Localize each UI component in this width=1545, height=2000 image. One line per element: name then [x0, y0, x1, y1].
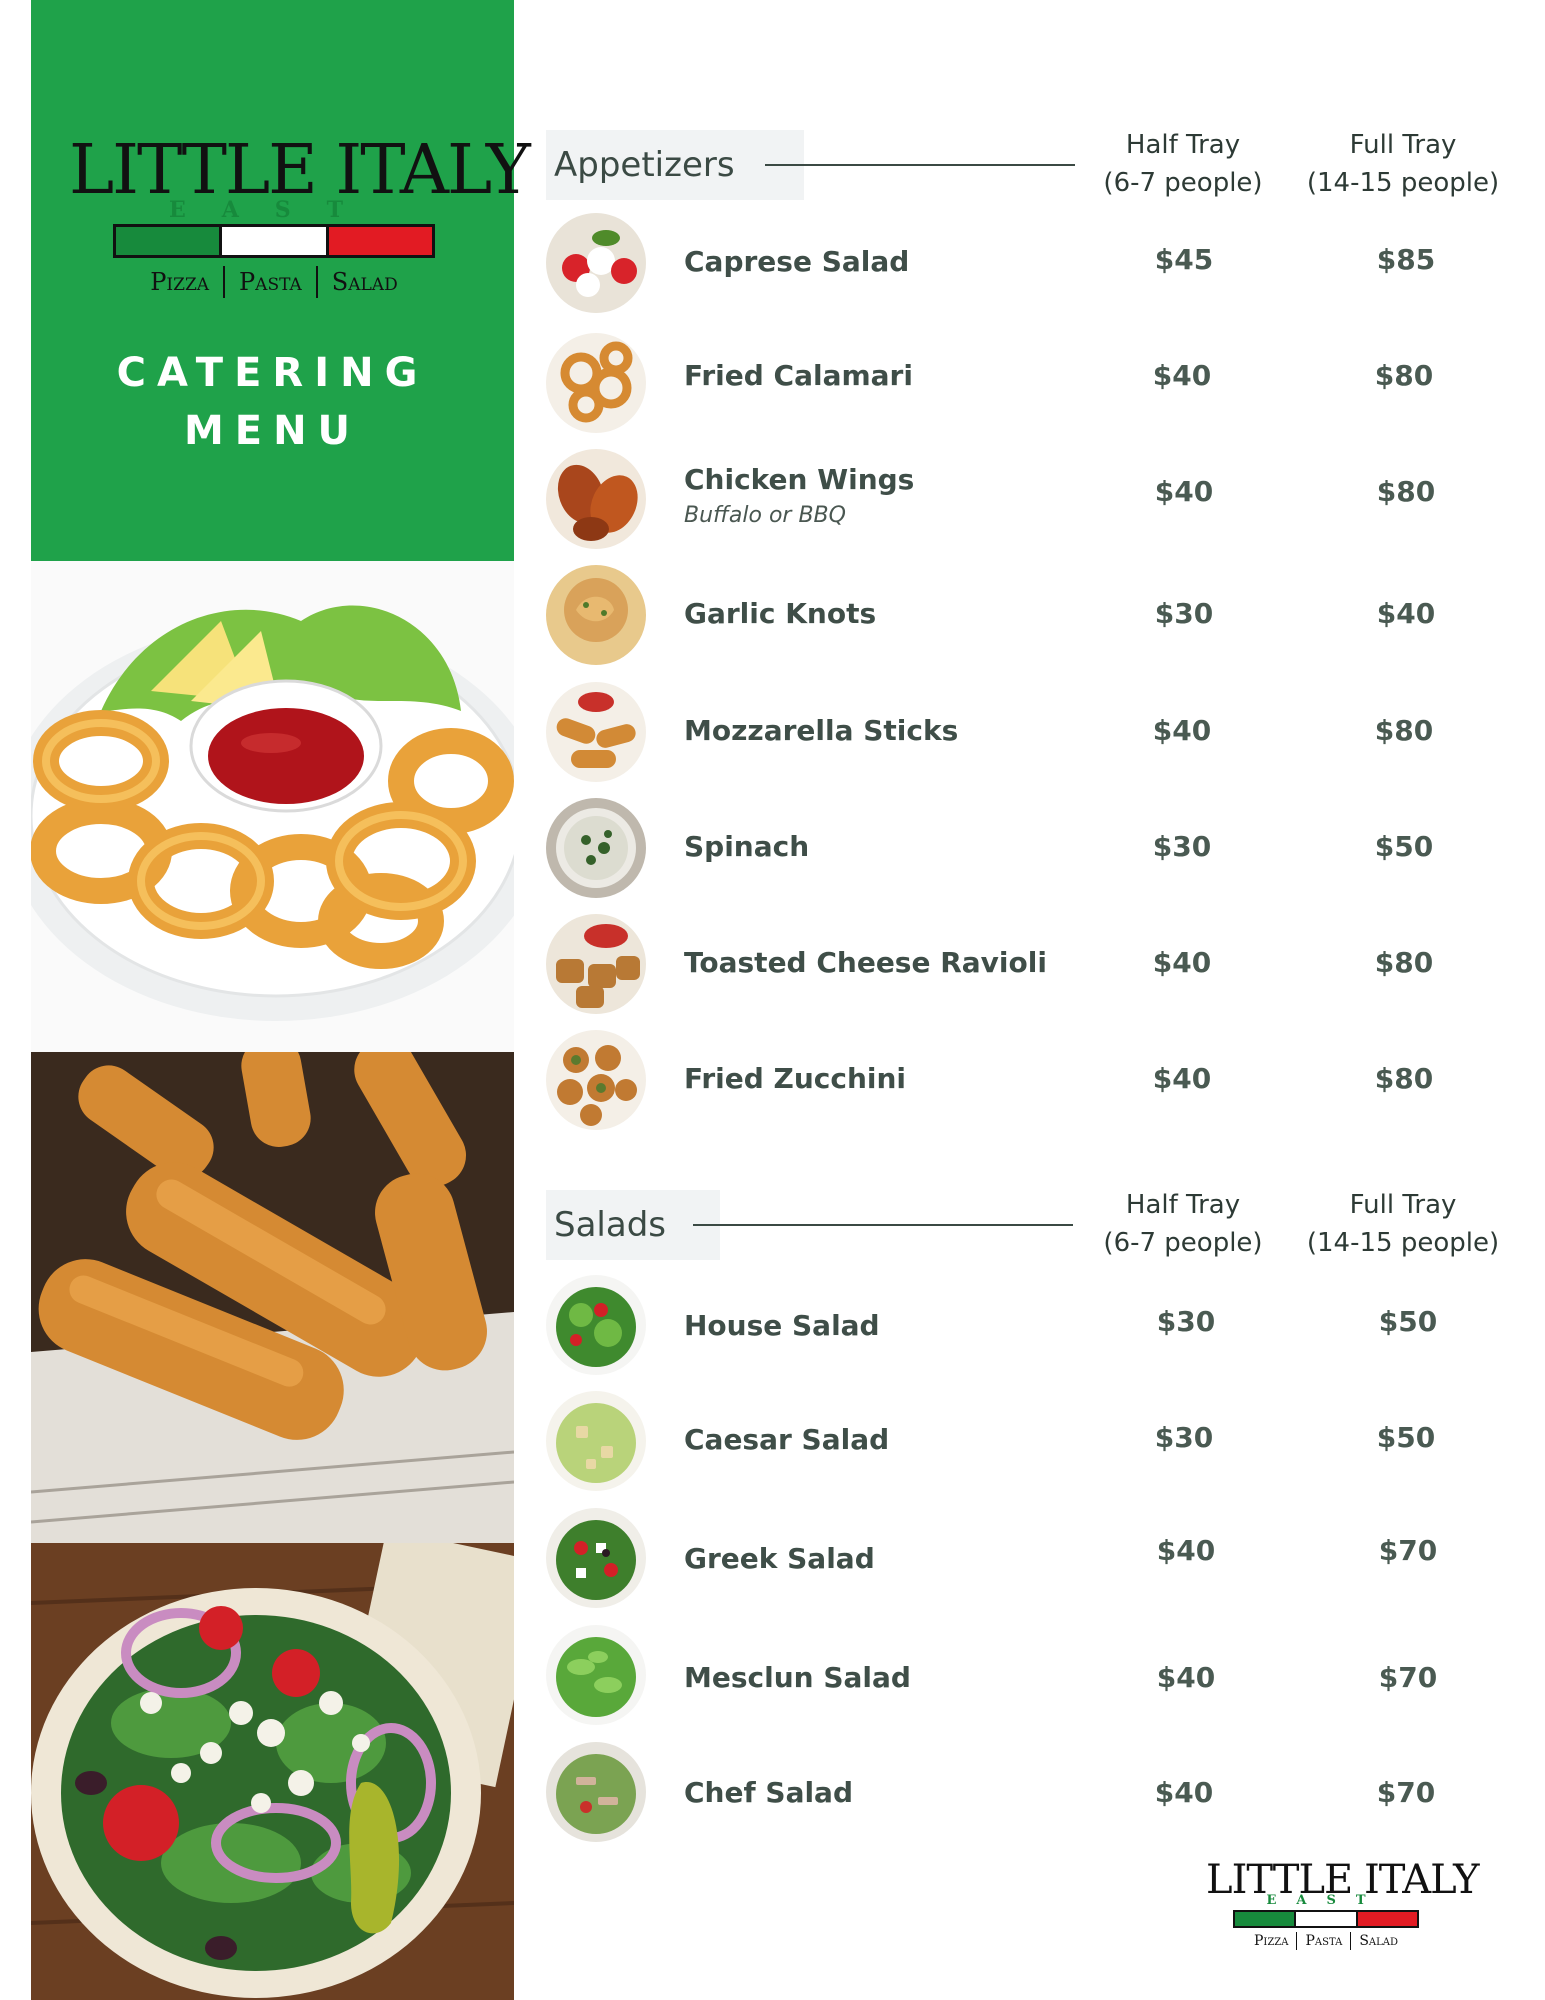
menu-item: Mozzarella Sticks $40 $80 [546, 682, 1506, 782]
full-tray-price: $80 [1374, 359, 1434, 392]
cover-title-line1: CATERING [116, 350, 429, 396]
fried-zucchini-thumb [546, 1030, 646, 1130]
half-tray-label: Half Tray [1125, 130, 1241, 160]
greek-salad-thumb [546, 1508, 646, 1608]
appetizers-full-tray-header: Full Tray (14-15 people) [1300, 126, 1506, 202]
item-name: Caesar Salad [684, 1423, 890, 1456]
cover-title-line2: MENU [183, 408, 362, 454]
half-tray-price: $40 [1156, 1534, 1216, 1567]
half-tray-price: $40 [1152, 946, 1212, 979]
full-tray-price: $50 [1374, 830, 1434, 863]
item-name: Fried Zucchini [684, 1062, 907, 1095]
menu-item: Caesar Salad $30 $50 [546, 1391, 1506, 1491]
full-tray-price: $50 [1376, 1421, 1436, 1454]
full-tray-price: $70 [1378, 1661, 1438, 1694]
toasted-cheese-ravioli-thumb [546, 914, 646, 1014]
menu-item: Mesclun Salad $40 $70 [546, 1625, 1506, 1725]
menu-item: Fried Calamari $40 $80 [546, 333, 1506, 433]
caesar-salad-thumb [546, 1391, 646, 1491]
menu-item: Garlic Knots $30 $40 [546, 565, 1506, 665]
logo-tagline: Pizza Pasta Salad [1206, 1932, 1446, 1950]
salads-full-tray-header: Full Tray (14-15 people) [1300, 1186, 1506, 1262]
item-name: Chicken Wings [684, 463, 915, 496]
brand-logo: LITTLE ITALY EAST Pizza Pasta Salad [69, 132, 531, 298]
menu-item: Greek Salad $40 $70 [546, 1508, 1506, 1608]
italian-flag-icon [113, 224, 435, 258]
half-tray-price: $30 [1154, 597, 1214, 630]
greek-salad-photo [31, 1543, 514, 2000]
mozzarella-sticks-photo [31, 1052, 514, 1543]
half-tray-price: $40 [1156, 1661, 1216, 1694]
half-tray-price: $45 [1154, 243, 1214, 276]
mozzarella-sticks-thumb [546, 682, 646, 782]
item-name: Greek Salad [684, 1542, 875, 1575]
full-tray-price: $70 [1376, 1776, 1436, 1809]
logo-tagline: Pizza Pasta Salad [69, 266, 479, 298]
half-tray-people: (6-7 people) [1103, 1228, 1263, 1258]
half-tray-price: $40 [1154, 1776, 1214, 1809]
half-tray-people: (6-7 people) [1103, 168, 1263, 198]
garlic-knots-thumb [546, 565, 646, 665]
chef-salad-thumb [546, 1742, 646, 1842]
house-salad-thumb [546, 1275, 646, 1375]
menu-item: House Salad $30 $50 [546, 1275, 1506, 1375]
half-tray-price: $30 [1152, 830, 1212, 863]
appetizers-half-tray-header: Half Tray (6-7 people) [1083, 126, 1283, 202]
full-tray-label: Full Tray [1349, 130, 1457, 160]
full-tray-price: $40 [1376, 597, 1436, 630]
full-tray-price: $80 [1376, 475, 1436, 508]
full-tray-price: $80 [1374, 1062, 1434, 1095]
full-tray-price: $80 [1374, 946, 1434, 979]
menu-item: Toasted Cheese Ravioli $40 $80 [546, 914, 1506, 1014]
item-name: Toasted Cheese Ravioli [684, 946, 1047, 979]
footer-brand-logo: LITTLE ITALY EAST Pizza Pasta Salad [1206, 1858, 1480, 1950]
full-tray-people: (14-15 people) [1306, 168, 1500, 198]
cover-panel: LITTLE ITALY EAST Pizza Pasta Salad CATE… [31, 0, 531, 561]
italian-flag-icon [1233, 1910, 1419, 1928]
full-tray-people: (14-15 people) [1306, 1228, 1500, 1258]
item-name: Caprese Salad [684, 245, 910, 278]
half-tray-price: $40 [1152, 1062, 1212, 1095]
chicken-wings-thumb [546, 449, 646, 549]
half-tray-price: $30 [1154, 1421, 1214, 1454]
menu-item: Spinach $30 $50 [546, 798, 1506, 898]
full-tray-price: $50 [1378, 1305, 1438, 1338]
caprese-salad-thumb [546, 213, 646, 313]
half-tray-price: $40 [1154, 475, 1214, 508]
full-tray-price: $80 [1374, 714, 1434, 747]
fried-calamari-thumb [546, 333, 646, 433]
tag-pasta: Pasta [1305, 1933, 1343, 1949]
menu-item: Caprese Salad $45 $85 [546, 213, 1506, 313]
half-tray-price: $30 [1156, 1305, 1216, 1338]
item-name: Mozzarella Sticks [684, 714, 959, 747]
item-description: Buffalo or BBQ [684, 503, 846, 528]
menu-item: Fried Zucchini $40 $80 [546, 1030, 1506, 1130]
half-tray-price: $40 [1152, 714, 1212, 747]
menu-item: Chicken Wings Buffalo or BBQ $40 $80 [546, 449, 1506, 549]
item-name: Fried Calamari [684, 359, 913, 392]
full-tray-price: $70 [1378, 1534, 1438, 1567]
half-tray-label: Half Tray [1125, 1190, 1241, 1220]
mesclun-salad-thumb [546, 1625, 646, 1725]
full-tray-label: Full Tray [1349, 1190, 1457, 1220]
menu-item: Chef Salad $40 $70 [546, 1742, 1506, 1842]
item-name: Chef Salad [684, 1776, 853, 1809]
half-tray-price: $40 [1152, 359, 1212, 392]
item-name: Garlic Knots [684, 597, 877, 630]
full-tray-price: $85 [1376, 243, 1436, 276]
left-column: LITTLE ITALY EAST Pizza Pasta Salad CATE… [31, 0, 531, 2000]
tag-salad: Salad [331, 268, 398, 296]
tag-pasta: Pasta [239, 268, 302, 296]
item-name: House Salad [684, 1309, 880, 1342]
salads-half-tray-header: Half Tray (6-7 people) [1083, 1186, 1283, 1262]
salads-divider [693, 1224, 1073, 1226]
item-name: Spinach [684, 830, 810, 863]
fried-calamari-photo [31, 561, 514, 1052]
spinach-thumb [546, 798, 646, 898]
tag-salad: Salad [1359, 1933, 1399, 1949]
item-name: Mesclun Salad [684, 1661, 911, 1694]
appetizers-divider [765, 164, 1075, 166]
tag-pizza: Pizza [150, 268, 210, 296]
tag-pizza: Pizza [1253, 1933, 1289, 1949]
